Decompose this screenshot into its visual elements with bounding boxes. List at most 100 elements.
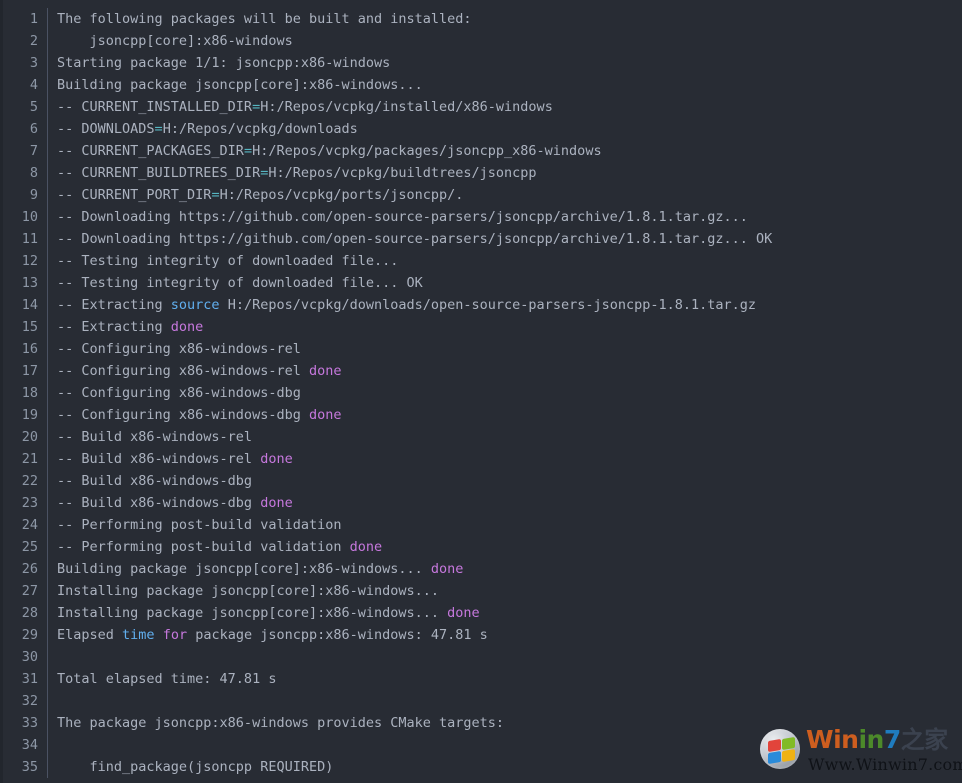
code-line-text: Building package jsoncpp[core]:x86-windo… [48,558,962,580]
line-number: 16 [0,338,48,360]
code-token: -- Downloading https://github.com/open-s… [57,231,773,247]
code-token: done [260,451,293,467]
line-number: 34 [0,734,48,756]
code-line[interactable]: 24 -- Performing post-build validation [0,514,962,536]
code-token: H:/Repos/vcpkg/downloads [162,121,358,137]
code-line[interactable]: 4 Building package jsoncpp[core]:x86-wind… [0,74,962,96]
code-token: time [122,627,155,643]
code-line[interactable]: 16 -- Configuring x86-windows-rel [0,338,962,360]
line-number: 5 [0,96,48,118]
code-line[interactable]: 19 -- Configuring x86-windows-dbg done [0,404,962,426]
code-line[interactable]: 27 Installing package jsoncpp[core]:x86-w… [0,580,962,602]
code-token: done [308,407,342,423]
code-token: done [170,319,204,335]
code-token: Installing package jsoncpp[core]:x86-win… [57,605,448,621]
code-line-text: Installing package jsoncpp[core]:x86-win… [48,602,962,624]
code-line[interactable]: 1 The following packages will be built an… [0,8,962,30]
code-line[interactable]: 21 -- Build x86-windows-rel done [0,448,962,470]
code-line[interactable]: 17 -- Configuring x86-windows-rel done [0,360,962,382]
code-line[interactable]: 6 -- DOWNLOADS=H:/Repos/vcpkg/downloads [0,118,962,140]
code-line[interactable]: 30 [0,646,962,668]
code-line-text: -- Downloading https://github.com/open-s… [48,228,962,250]
code-token: -- Configuring x86-windows-rel [57,363,309,379]
code-token: -- Configuring x86-windows-rel [57,341,301,357]
code-line[interactable]: 10 -- Downloading https://github.com/open… [0,206,962,228]
code-token: package jsoncpp:x86-windows: 47.81 s [187,627,488,643]
code-line-text: The following packages will be built and… [48,8,962,30]
code-line-text: -- Testing integrity of downloaded file.… [48,272,962,294]
code-line-text: Building package jsoncpp[core]:x86-windo… [48,74,962,96]
line-number: 11 [0,228,48,250]
code-line[interactable]: 34 [0,734,962,756]
code-line[interactable]: 33 The package jsoncpp:x86-windows provid… [0,712,962,734]
code-line[interactable]: 31 Total elapsed time: 47.81 s [0,668,962,690]
line-number: 35 [0,756,48,778]
code-token: Building package jsoncpp[core]:x86-windo… [57,561,431,577]
code-line-text: -- DOWNLOADS=H:/Repos/vcpkg/downloads [48,118,962,140]
code-token: H:/Repos/vcpkg/ports/jsoncpp/. [219,187,464,203]
code-line[interactable]: 32 [0,690,962,712]
code-line[interactable]: 7 -- CURRENT_PACKAGES_DIR=H:/Repos/vcpkg/… [0,140,962,162]
code-line-list[interactable]: 1 The following packages will be built an… [0,8,962,778]
line-number: 33 [0,712,48,734]
code-line[interactable]: 26 Building package jsoncpp[core]:x86-win… [0,558,962,580]
line-number: 2 [0,30,48,52]
code-line[interactable]: 18 -- Configuring x86-windows-dbg [0,382,962,404]
line-number: 23 [0,492,48,514]
code-token: -- Testing integrity of downloaded file.… [57,275,423,291]
code-line[interactable]: 35 find_package(jsoncpp REQUIRED) [0,756,962,778]
code-line[interactable]: 11 -- Downloading https://github.com/open… [0,228,962,250]
code-line-text: -- Downloading https://github.com/open-s… [48,206,962,228]
line-number: 12 [0,250,48,272]
code-token: The package jsoncpp:x86-windows provides… [57,715,505,731]
code-line-text: -- Build x86-windows-rel done [48,448,962,470]
code-line[interactable]: 5 -- CURRENT_INSTALLED_DIR=H:/Repos/vcpkg… [0,96,962,118]
code-token: -- Extracting [57,297,171,313]
code-token: -- Performing post-build validation [57,517,342,533]
line-number: 4 [0,74,48,96]
code-line[interactable]: 28 Installing package jsoncpp[core]:x86-w… [0,602,962,624]
code-line[interactable]: 12 -- Testing integrity of downloaded fil… [0,250,962,272]
code-line-text: -- CURRENT_PACKAGES_DIR=H:/Repos/vcpkg/p… [48,140,962,162]
code-line-text: -- Build x86-windows-dbg done [48,492,962,514]
code-token: H:/Repos/vcpkg/installed/x86-windows [260,99,553,115]
code-line-text: -- Performing post-build validation [48,514,962,536]
code-line[interactable]: 2 jsoncpp[core]:x86-windows [0,30,962,52]
code-line[interactable]: 22 -- Build x86-windows-dbg [0,470,962,492]
code-line[interactable]: 29 Elapsed time for package jsoncpp:x86-w… [0,624,962,646]
code-line-text: -- CURRENT_PORT_DIR=H:/Repos/vcpkg/ports… [48,184,962,206]
line-number: 21 [0,448,48,470]
code-token: -- DOWNLOADS [57,121,155,137]
code-token: source [170,297,220,313]
code-token: find_package(jsoncpp REQUIRED) [57,759,334,775]
code-line[interactable]: 23 -- Build x86-windows-dbg done [0,492,962,514]
line-number: 22 [0,470,48,492]
code-line-text: -- Testing integrity of downloaded file.… [48,250,962,272]
line-number: 1 [0,8,48,30]
code-line[interactable]: 9 -- CURRENT_PORT_DIR=H:/Repos/vcpkg/port… [0,184,962,206]
code-line[interactable]: 8 -- CURRENT_BUILDTREES_DIR=H:/Repos/vcpk… [0,162,962,184]
line-number: 24 [0,514,48,536]
code-token: H:/Repos/vcpkg/downloads/open-source-par… [219,297,757,313]
code-line[interactable]: 25 -- Performing post-build validation do… [0,536,962,558]
code-token: = [154,121,163,137]
code-token: -- Performing post-build validation [57,539,350,555]
code-token: -- CURRENT_BUILDTREES_DIR [57,165,261,181]
code-token: -- Build x86-windows-dbg [57,495,261,511]
code-line-text: Installing package jsoncpp[core]:x86-win… [48,580,962,602]
code-line[interactable]: 20 -- Build x86-windows-rel [0,426,962,448]
line-number: 19 [0,404,48,426]
code-line[interactable]: 3 Starting package 1/1: jsoncpp:x86-windo… [0,52,962,74]
code-line[interactable]: 13 -- Testing integrity of downloaded fil… [0,272,962,294]
line-number: 17 [0,360,48,382]
code-line[interactable]: 15 -- Extracting done [0,316,962,338]
code-line[interactable]: 14 -- Extracting source H:/Repos/vcpkg/do… [0,294,962,316]
code-line-text: find_package(jsoncpp REQUIRED) [48,756,962,778]
line-number: 31 [0,668,48,690]
code-line-text: -- Extracting source H:/Repos/vcpkg/down… [48,294,962,316]
code-token: done [308,363,342,379]
code-token: done [447,605,480,621]
code-token: Installing package jsoncpp[core]:x86-win… [57,583,440,599]
code-line-text: -- Configuring x86-windows-rel [48,338,962,360]
